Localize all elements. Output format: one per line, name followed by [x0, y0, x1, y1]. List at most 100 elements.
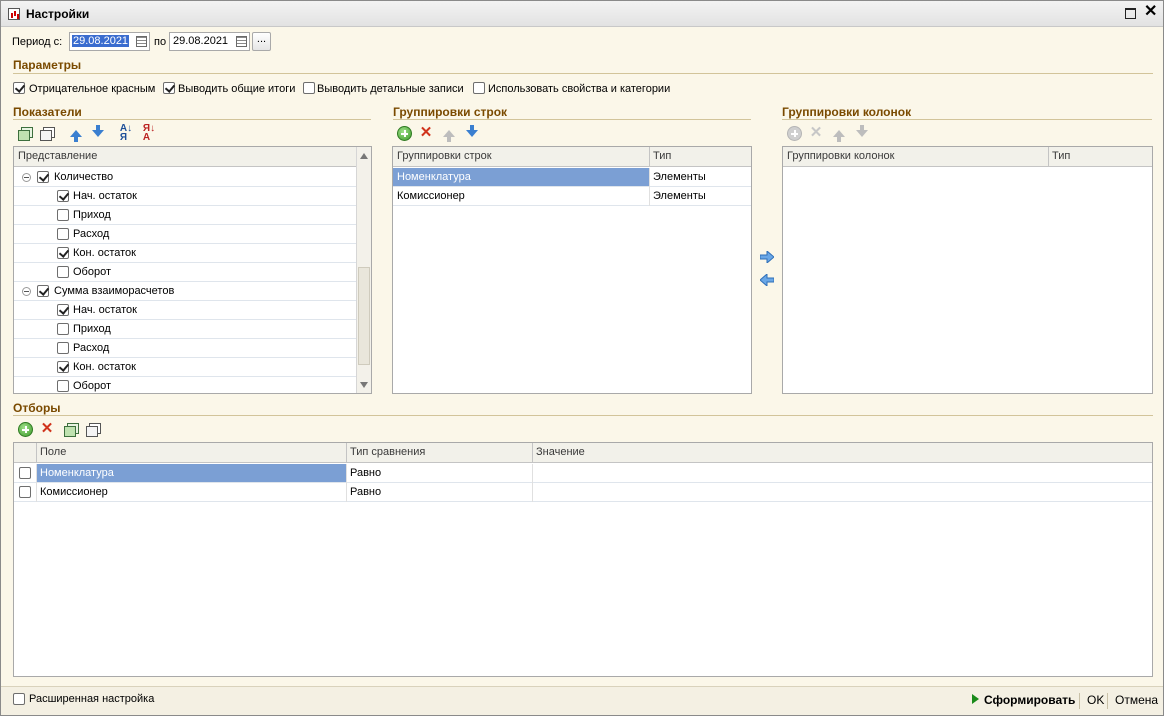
delete-filter-icon[interactable]: ✕: [39, 421, 55, 437]
tree-row[interactable]: Нач. остаток: [14, 187, 357, 206]
tree-row[interactable]: Расход: [14, 225, 357, 244]
row-group-down-icon[interactable]: [464, 124, 480, 141]
footer-separator: [1107, 693, 1108, 709]
col-groups-divider: [782, 119, 1152, 120]
indicators-header-label: Представление: [18, 150, 98, 162]
column-separator: [36, 483, 37, 502]
ok-button[interactable]: OK: [1087, 693, 1104, 707]
period-to-value: 29.08.2021: [173, 35, 229, 47]
tree-row[interactable]: Приход: [14, 206, 357, 225]
check-all-icon[interactable]: [17, 125, 33, 141]
tree-row[interactable]: Расход: [14, 339, 357, 358]
move-to-columns-icon[interactable]: [759, 249, 775, 265]
delete-col-group-icon[interactable]: ✕: [808, 125, 824, 141]
report-icon: [8, 8, 20, 20]
tree-row[interactable]: Оборот: [14, 377, 357, 393]
scroll-down-icon[interactable]: [360, 382, 368, 388]
tree-row-checkbox[interactable]: [37, 285, 49, 297]
sort-asc-icon[interactable]: A↓ Я: [118, 124, 134, 143]
param-detail-records-checkbox[interactable]: [303, 82, 315, 94]
move-up-icon[interactable]: [68, 125, 84, 142]
row-group-type: Элементы: [653, 190, 706, 202]
tree-row-checkbox[interactable]: [57, 228, 69, 240]
indicators-tree[interactable]: Представление Количество Нач. остаток Прих…: [13, 146, 372, 394]
tree-row-checkbox[interactable]: [57, 247, 69, 259]
check-all-filters-icon[interactable]: [63, 421, 79, 437]
tree-row-checkbox[interactable]: [57, 190, 69, 202]
tree-row-checkbox[interactable]: [57, 266, 69, 278]
generate-button[interactable]: Сформировать: [984, 693, 1075, 707]
row-group-name: Номенклатура: [397, 171, 471, 183]
column-separator: [346, 483, 347, 502]
filter-row-checkbox[interactable]: [19, 467, 31, 479]
delete-row-group-icon[interactable]: ✕: [418, 125, 434, 141]
period-to-field[interactable]: 29.08.2021: [169, 32, 250, 51]
param-show-totals-checkbox[interactable]: [163, 82, 175, 94]
column-separator: [346, 443, 347, 463]
move-down-icon[interactable]: [90, 124, 106, 141]
tree-row-checkbox[interactable]: [57, 361, 69, 373]
row-group-name: Комиссионер: [397, 190, 465, 202]
filter-row-checkbox[interactable]: [19, 486, 31, 498]
add-col-group-icon[interactable]: [786, 125, 802, 141]
tree-row-label: Расход: [73, 228, 110, 240]
period-from-field[interactable]: 29.08.2021: [69, 32, 150, 51]
collapse-icon[interactable]: [22, 173, 31, 182]
table-row[interactable]: Комиссионер Равно: [14, 483, 1152, 502]
tree-row-checkbox[interactable]: [57, 380, 69, 392]
col-group-down-icon[interactable]: [854, 124, 870, 141]
table-row[interactable]: Номенклатура Равно: [14, 464, 1152, 483]
close-icon[interactable]: ✕: [1144, 4, 1157, 20]
period-from-label: Период с:: [12, 36, 63, 48]
column-separator: [532, 464, 533, 483]
row-groups-table[interactable]: Группировки строк Тип Номенклатура Элемен…: [392, 146, 752, 394]
tree-row-checkbox[interactable]: [57, 209, 69, 221]
param-properties-checkbox[interactable]: [473, 82, 485, 94]
filters-table[interactable]: Поле Тип сравнения Значение Номенклатура…: [13, 442, 1153, 677]
row-group-up-icon[interactable]: [441, 125, 457, 142]
params-divider: [13, 73, 1153, 74]
collapse-icon[interactable]: [22, 287, 31, 296]
row-groups-col-name: Группировки строк: [397, 150, 492, 162]
filters-header: Поле Тип сравнения Значение: [14, 443, 1152, 463]
tree-row[interactable]: Сумма взаиморасчетов: [14, 282, 357, 301]
filters-divider: [13, 415, 1153, 416]
tree-row-checkbox[interactable]: [57, 342, 69, 354]
move-to-rows-icon[interactable]: [759, 272, 775, 288]
tree-row-label: Нач. остаток: [73, 190, 137, 202]
column-separator: [346, 464, 347, 483]
maximize-icon[interactable]: [1125, 8, 1136, 19]
footer-bar: Расширенная настройка Сформировать OK От…: [1, 686, 1163, 715]
filter-field: Комиссионер: [40, 486, 108, 498]
sort-desc-icon[interactable]: Я↓ A: [141, 124, 157, 143]
tree-row[interactable]: Кон. остаток: [14, 358, 357, 377]
col-group-up-icon[interactable]: [831, 125, 847, 142]
period-select-button[interactable]: ...: [252, 32, 271, 51]
calendar-icon[interactable]: [236, 36, 247, 47]
uncheck-all-filters-icon[interactable]: [85, 421, 101, 437]
tree-row[interactable]: Оборот: [14, 263, 357, 282]
tree-row-label: Кон. остаток: [73, 247, 136, 259]
tree-row[interactable]: Приход: [14, 320, 357, 339]
tree-row-checkbox[interactable]: [57, 323, 69, 335]
param-negative-red-checkbox[interactable]: [13, 82, 25, 94]
advanced-settings-checkbox[interactable]: [13, 693, 25, 705]
calendar-icon[interactable]: [136, 36, 147, 47]
add-row-group-icon[interactable]: [396, 125, 412, 141]
tree-row-label: Оборот: [73, 266, 112, 278]
indicators-scrollbar[interactable]: [356, 147, 371, 393]
scroll-thumb[interactable]: [358, 267, 370, 365]
row-groups-col-type: Тип: [653, 150, 672, 162]
cancel-button[interactable]: Отмена: [1115, 693, 1158, 707]
table-row[interactable]: Номенклатура Элементы: [393, 168, 751, 187]
tree-row-checkbox[interactable]: [57, 304, 69, 316]
scroll-up-icon[interactable]: [360, 153, 368, 159]
tree-row-checkbox[interactable]: [37, 171, 49, 183]
table-row[interactable]: Комиссионер Элементы: [393, 187, 751, 206]
uncheck-all-icon[interactable]: [39, 125, 55, 141]
col-groups-table[interactable]: Группировки колонок Тип: [782, 146, 1153, 394]
tree-row[interactable]: Нач. остаток: [14, 301, 357, 320]
add-filter-icon[interactable]: [17, 421, 33, 437]
tree-row[interactable]: Кон. остаток: [14, 244, 357, 263]
tree-row[interactable]: Количество: [14, 168, 357, 187]
